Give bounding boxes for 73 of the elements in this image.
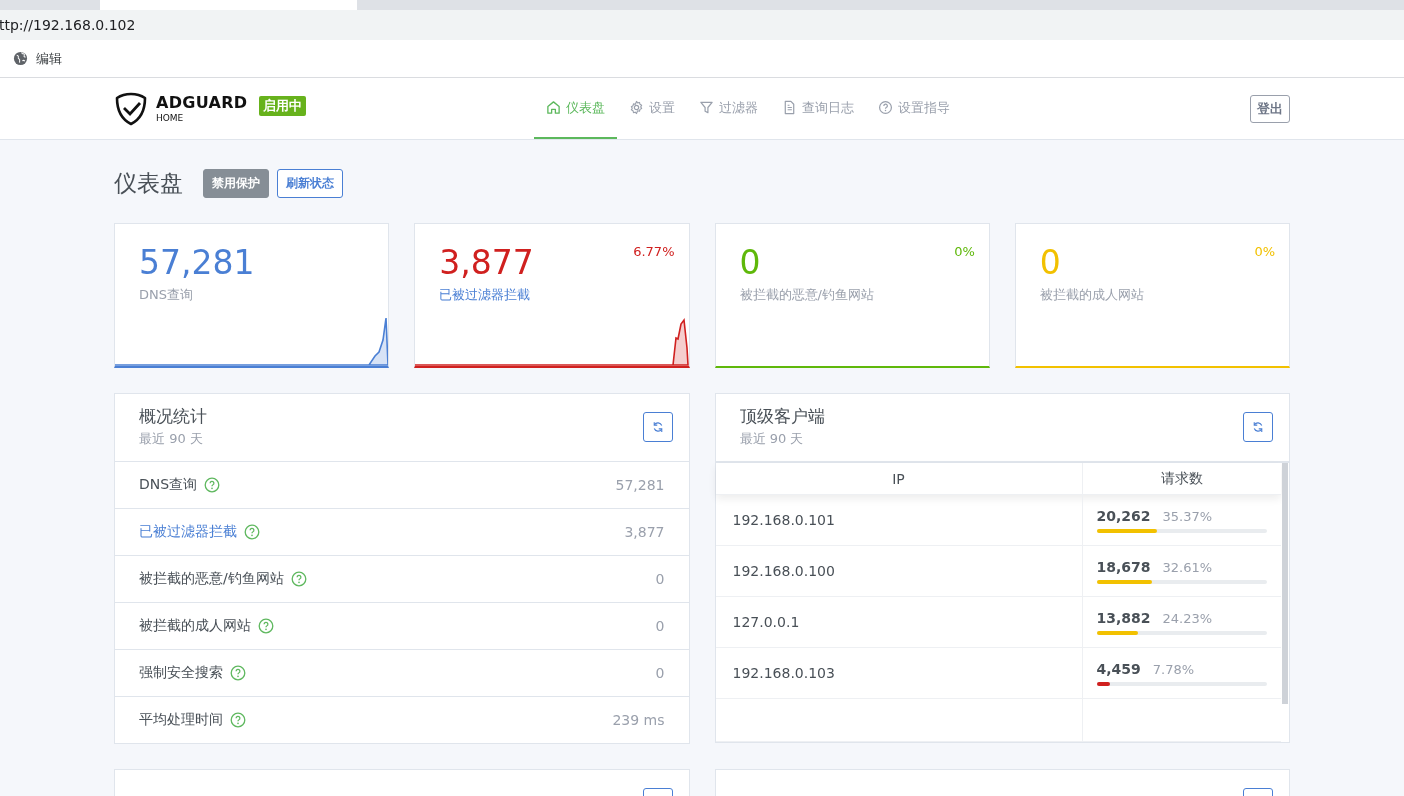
refresh-icon xyxy=(1252,420,1264,433)
percent-text: 0% xyxy=(1254,244,1275,261)
stat-label: 强制安全搜索 xyxy=(139,664,223,682)
nav-tab[interactable]: 查询日志 xyxy=(770,78,866,139)
table-cell-text: 127.0.0.1 xyxy=(731,613,801,632)
stat-value: 0 xyxy=(655,665,665,681)
bookmark-link[interactable]: 编辑 xyxy=(36,49,62,68)
percent-text: 35.37% xyxy=(1162,508,1213,524)
percent-text: 7.78% xyxy=(1152,661,1195,677)
logout-button[interactable]: 登出 xyxy=(1250,94,1290,123)
filter-icon xyxy=(699,100,714,115)
help-icon xyxy=(290,571,307,587)
stat-value: 0 xyxy=(655,618,665,634)
table-cell-text: 192.168.0.100 xyxy=(731,562,836,581)
refresh-button[interactable] xyxy=(1243,411,1273,442)
stat-link[interactable]: 已被过滤器拦截 xyxy=(415,286,689,304)
stat-value: 0 xyxy=(739,244,761,282)
stat-label: 被拦截的恶意/钓鱼网站 xyxy=(139,570,284,588)
status-badge: 启用中 xyxy=(259,95,307,116)
stat-label: 被拦截的恶意/钓鱼网站 xyxy=(738,286,875,304)
logo-subtitle: HOME xyxy=(156,113,185,123)
refresh-button[interactable] xyxy=(642,411,673,442)
document-icon xyxy=(782,100,797,115)
nav-tab[interactable]: 仪表盘 xyxy=(534,78,617,139)
stat-label: DNS查询 xyxy=(139,476,198,494)
request-count: 18,678 xyxy=(1096,558,1151,575)
percent-text: 32.61% xyxy=(1162,559,1213,575)
help-icon xyxy=(204,477,221,493)
help-icon xyxy=(878,100,893,115)
scrollbar[interactable] xyxy=(1282,463,1288,704)
panel-title: 概况统计 xyxy=(139,405,207,428)
nav-tab[interactable]: 过滤器 xyxy=(687,78,770,139)
globe-icon xyxy=(13,51,28,66)
stat-link[interactable]: 已被过滤器拦截 xyxy=(139,523,237,541)
stat-value: 57,281 xyxy=(615,477,665,493)
request-count: 4,459 xyxy=(1096,660,1141,677)
stat-value: 57,281 xyxy=(139,244,255,282)
settings-icon xyxy=(629,100,644,115)
logo-title: ADGUARD xyxy=(156,94,248,111)
help-icon xyxy=(230,712,246,728)
help-icon xyxy=(258,618,274,634)
refresh-button[interactable]: 刷新状态 xyxy=(277,169,343,198)
column-header: 请求数 xyxy=(1081,463,1281,494)
page-title: 仪表盘 xyxy=(114,169,183,198)
percent-text: 6.77% xyxy=(633,244,675,261)
refresh-icon xyxy=(651,420,664,433)
stat-value: 239 ms xyxy=(612,712,665,728)
help-icon xyxy=(230,665,246,681)
stat-value: 3,877 xyxy=(439,244,534,282)
request-count: 20,262 xyxy=(1096,507,1151,524)
table-cell-text: 192.168.0.101 xyxy=(731,511,836,530)
nav-tab[interactable]: 设置指导 xyxy=(866,78,962,139)
stat-value: 0 xyxy=(1039,244,1061,282)
panel-subtitle: 最近 90 天 xyxy=(139,430,204,448)
stat-label: DNS查询 xyxy=(138,286,194,304)
shield-check-icon xyxy=(114,91,148,126)
stat-value: 0 xyxy=(655,571,665,587)
table-cell-text: 192.168.0.103 xyxy=(731,664,836,683)
percent-text: 24.23% xyxy=(1162,610,1213,626)
stat-label: 被拦截的成人网站 xyxy=(1038,286,1145,304)
column-header: IP xyxy=(891,469,906,489)
percent-text: 0% xyxy=(954,244,975,261)
panel-subtitle: 最近 90 天 xyxy=(739,430,805,448)
panel-title: 顶级客户端 xyxy=(739,405,825,428)
stat-label: 被拦截的成人网站 xyxy=(139,617,251,635)
request-count: 13,882 xyxy=(1096,609,1151,626)
stat-label: 平均处理时间 xyxy=(139,711,223,729)
home-icon xyxy=(546,100,561,115)
stat-value: 3,877 xyxy=(624,524,665,540)
help-icon xyxy=(244,524,260,540)
address-text[interactable]: ttp://192.168.0.102 xyxy=(0,17,136,33)
nav-tab[interactable]: 设置 xyxy=(617,78,687,139)
disable-protection-button[interactable]: 禁用保护 xyxy=(203,169,269,198)
